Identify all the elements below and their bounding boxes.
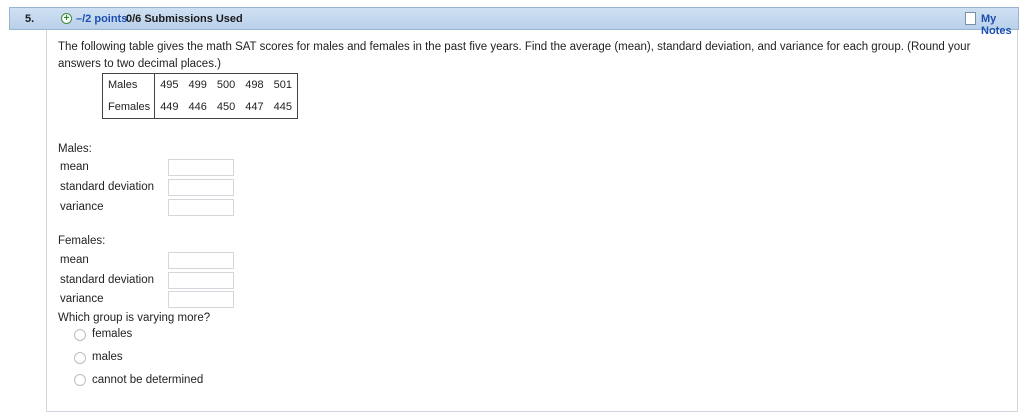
scores-table: Males 495 499 500 498 501 Females 449 44… — [102, 73, 298, 119]
table-cell: 499 — [188, 79, 207, 91]
note-icon[interactable] — [965, 12, 976, 25]
males-sd-label: standard deviation — [60, 181, 154, 193]
option-males-label[interactable]: males — [92, 351, 123, 363]
table-row: Males 495 499 500 498 501 — [102, 73, 298, 96]
radio-cannot-be-determined[interactable] — [74, 374, 86, 386]
question-number: 5. — [25, 13, 35, 25]
females-variance-label: variance — [60, 293, 104, 305]
males-variance-label: variance — [60, 201, 104, 213]
females-variance-input[interactable] — [168, 291, 234, 308]
question-header: 5. + –/2 points 0/6 Submissions Used My … — [9, 7, 1019, 37]
table-row: Females 449 446 450 447 445 — [102, 96, 298, 119]
males-mean-input[interactable] — [168, 159, 234, 176]
option-females-label[interactable]: females — [92, 328, 132, 340]
radio-males[interactable] — [74, 352, 86, 364]
table-cell: 501 — [273, 79, 292, 91]
males-mean-label: mean — [60, 161, 89, 173]
row-label-females: Females — [102, 96, 156, 119]
submissions-used: 0/6 Submissions Used — [126, 13, 243, 25]
table-cell: 498 — [245, 79, 264, 91]
males-heading: Males: — [58, 143, 92, 155]
table-cell: 446 — [188, 101, 207, 113]
expand-plus-icon[interactable]: + — [61, 13, 72, 24]
males-sd-input[interactable] — [168, 179, 234, 196]
radio-females[interactable] — [74, 329, 86, 341]
females-mean-input[interactable] — [168, 252, 234, 269]
males-variance-input[interactable] — [168, 199, 234, 216]
females-sd-input[interactable] — [168, 272, 234, 289]
option-cannot-be-determined-label[interactable]: cannot be determined — [92, 374, 203, 386]
table-cell: 447 — [245, 101, 264, 113]
points-label: –/2 points — [76, 13, 128, 25]
table-cell: 500 — [216, 79, 236, 91]
table-cell: 445 — [273, 101, 292, 113]
varying-question: Which group is varying more? — [58, 312, 211, 324]
table-cell: 495 — [160, 79, 179, 91]
table-cell: 449 — [160, 101, 179, 113]
females-heading: Females: — [58, 235, 106, 247]
table-cell: 450 — [216, 101, 236, 113]
females-mean-label: mean — [60, 254, 89, 266]
question-text: The following table gives the math SAT s… — [58, 41, 971, 70]
row-label-males: Males — [102, 73, 156, 96]
females-sd-label: standard deviation — [60, 274, 154, 286]
